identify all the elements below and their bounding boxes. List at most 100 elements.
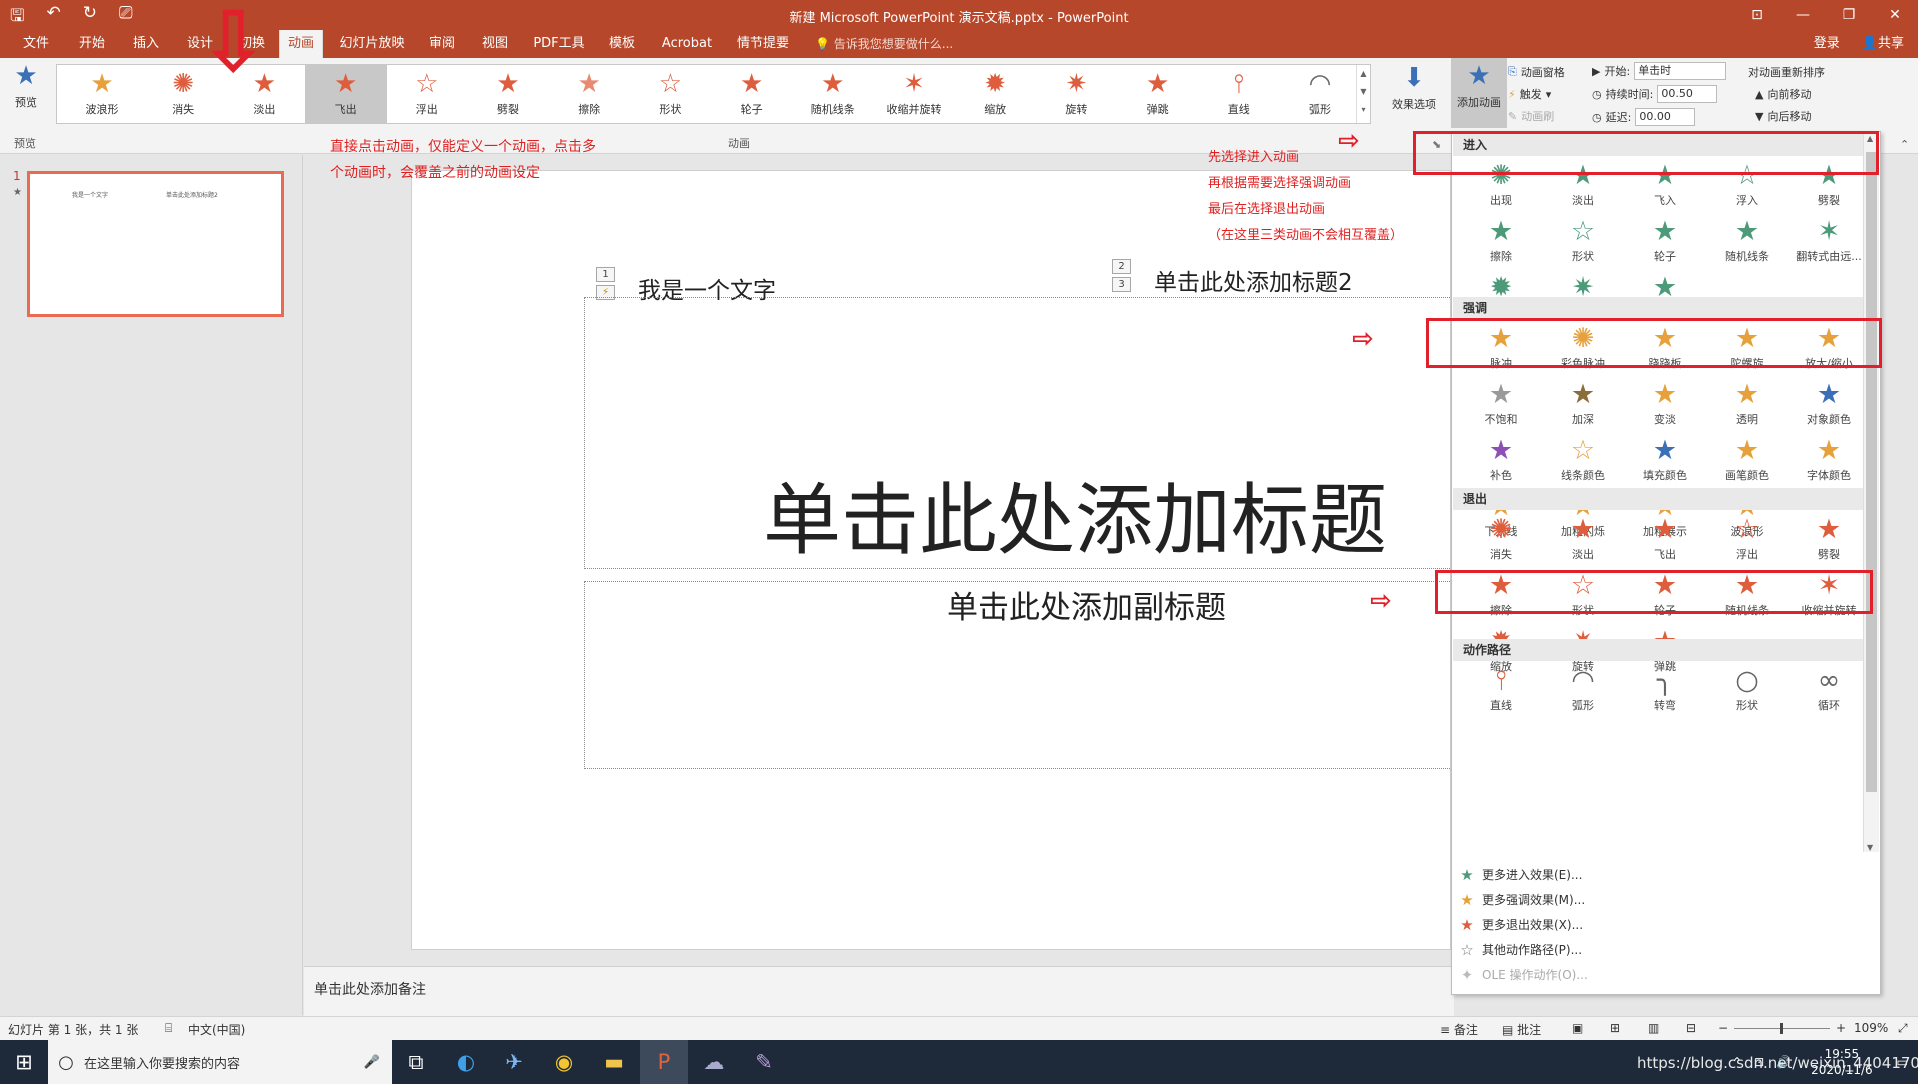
zoom-slider-thumb[interactable] <box>1780 1023 1783 1034</box>
effect-动作路径-形状[interactable]: ○ 形状 <box>1706 663 1788 719</box>
effect-退出-消失[interactable]: ✺ 消失 <box>1460 512 1542 568</box>
gallery-item-弹跳[interactable]: ★ 弹跳 <box>1117 65 1199 123</box>
tab-pdf工具[interactable]: PDF工具 <box>528 30 590 58</box>
effect-强调-字体颜色[interactable]: ★ 字体颜色 <box>1788 433 1870 489</box>
bird-app-icon[interactable]: ✈ <box>490 1040 538 1084</box>
effect-退出-淡出[interactable]: ★ 淡出 <box>1542 512 1624 568</box>
gallery-item-弧形[interactable]: ◠ 弧形 <box>1279 65 1361 123</box>
effect-退出-浮出[interactable]: ☆ 浮出 <box>1706 512 1788 568</box>
preview-button[interactable]: ★ 预览 <box>6 58 46 110</box>
animation-order-badge-3[interactable]: 3 <box>1112 277 1131 292</box>
gallery-item-飞出[interactable]: ★ 飞出 <box>304 65 387 123</box>
animation-pane-button[interactable]: ⎘ 动画窗格 <box>1508 64 1565 80</box>
effect-进入-擦除[interactable]: ★ 擦除 <box>1460 214 1542 270</box>
gallery-item-缩放[interactable]: ✹ 缩放 <box>954 65 1036 123</box>
add-animation-button[interactable]: ★ 添加动画 <box>1451 58 1507 128</box>
app-icon[interactable]: ☁ <box>690 1040 738 1084</box>
taskbar-search[interactable]: ○ 在这里输入你要搜索的内容 🎤 <box>48 1040 392 1084</box>
tab-审阅[interactable]: 审阅 <box>420 30 464 58</box>
slide-sorter-icon[interactable]: ⊞ <box>1610 1021 1620 1035</box>
powerpoint-icon[interactable]: P <box>640 1040 688 1084</box>
restore-icon[interactable]: ❐ <box>1826 0 1872 30</box>
gallery-item-随机线条[interactable]: ★ 随机线条 <box>792 65 874 123</box>
tab-动画[interactable]: 动画 <box>279 30 323 58</box>
gallery-item-波浪形[interactable]: ★ 波浪形 <box>61 65 143 123</box>
zoom-out-icon[interactable]: − <box>1718 1021 1728 1035</box>
normal-view-icon[interactable]: ▣ <box>1572 1021 1583 1035</box>
gallery-item-收缩并旋转[interactable]: ✶ 收缩并旋转 <box>873 65 955 123</box>
reading-view-icon[interactable]: ▥ <box>1648 1021 1659 1035</box>
close-icon[interactable]: ✕ <box>1872 0 1918 30</box>
more-effects-0[interactable]: ★ 更多进入效果(E)... <box>1452 862 1872 887</box>
title-placeholder[interactable]: 单击此处添加标题 <box>584 297 1452 569</box>
effect-强调-补色[interactable]: ★ 补色 <box>1460 433 1542 489</box>
effect-进入-随机线条[interactable]: ★ 随机线条 <box>1706 214 1788 270</box>
tab-情节提要[interactable]: 情节提要 <box>728 30 798 58</box>
animation-order-badge-2[interactable]: 2 <box>1112 259 1131 274</box>
slideshow-view-icon[interactable]: ⊟ <box>1686 1021 1696 1035</box>
accessibility-icon[interactable]: ⌸ <box>165 1021 172 1036</box>
minimize-icon[interactable]: — <box>1780 0 1826 30</box>
zoom-level[interactable]: 109% <box>1854 1021 1888 1035</box>
more-effects-3[interactable]: ☆ 其他动作路径(P)... <box>1452 937 1872 962</box>
effect-退出-劈裂[interactable]: ★ 劈裂 <box>1788 512 1870 568</box>
animation-order-badge-1[interactable]: 1 <box>596 267 615 282</box>
ribbon-display-icon[interactable]: ⊡ <box>1734 0 1780 30</box>
tell-me-box[interactable]: 💡 告诉我您想要做什么... <box>815 30 953 58</box>
effect-强调-对象颜色[interactable]: ★ 对象颜色 <box>1788 377 1870 433</box>
tab-视图[interactable]: 视图 <box>473 30 517 58</box>
effect-动作路径-循环[interactable]: ∞ 循环 <box>1788 663 1870 719</box>
tab-文件[interactable]: 文件 <box>14 30 58 58</box>
effect-强调-不饱和[interactable]: ★ 不饱和 <box>1460 377 1542 433</box>
language-status[interactable]: 中文(中国) <box>188 1021 245 1038</box>
trigger-button[interactable]: ⚡ 触发 ▾ <box>1508 86 1551 102</box>
more-effects-1[interactable]: ★ 更多强调效果(M)... <box>1452 887 1872 912</box>
notes-toggle[interactable]: ≡ 备注 <box>1440 1021 1478 1038</box>
tab-幻灯片放映[interactable]: 幻灯片放映 <box>334 30 410 58</box>
slide-thumbnail[interactable]: 我是一个文字 单击此处添加标题2 <box>27 171 284 317</box>
collapse-ribbon-icon[interactable]: ⌃ <box>1900 138 1909 151</box>
file-explorer-icon[interactable]: ▬ <box>590 1040 638 1084</box>
effect-强调-画笔颜色[interactable]: ★ 画笔颜色 <box>1706 433 1788 489</box>
edge-icon[interactable]: ◐ <box>442 1040 490 1084</box>
gallery-item-浮出[interactable]: ☆ 浮出 <box>386 65 468 123</box>
gallery-item-形状[interactable]: ☆ 形状 <box>629 65 711 123</box>
animation-painter-button[interactable]: ✎ 动画刷 <box>1508 108 1554 124</box>
tab-插入[interactable]: 插入 <box>124 30 168 58</box>
text-box-2[interactable]: 单击此处添加标题2 <box>1154 263 1353 297</box>
start-select[interactable]: 单击时 <box>1634 62 1727 80</box>
gallery-item-擦除[interactable]: ★ 擦除 <box>548 65 630 123</box>
move-later-button[interactable]: ▼ 向后移动 <box>1755 108 1811 124</box>
login-link[interactable]: 登录 <box>1814 30 1840 58</box>
effect-进入-翻转式由远[interactable]: ✶ 翻转式由远... <box>1788 214 1870 270</box>
effect-强调-填充颜色[interactable]: ★ 填充颜色 <box>1624 433 1706 489</box>
paint-icon[interactable]: ✎ <box>740 1040 788 1084</box>
effect-强调-加深[interactable]: ★ 加深 <box>1542 377 1624 433</box>
fit-slide-icon[interactable]: ⤢ <box>1898 1021 1908 1036</box>
effect-动作路径-弧形[interactable]: ◠ 弧形 <box>1542 663 1624 719</box>
windows-start-icon[interactable]: ⊞ <box>0 1040 48 1084</box>
task-view-icon[interactable]: ⧉ <box>392 1040 440 1084</box>
chrome-icon[interactable]: ◉ <box>540 1040 588 1084</box>
scroll-down-icon[interactable]: ▼ <box>1867 843 1873 852</box>
effect-options-button[interactable]: ⬇ 效果选项 <box>1386 60 1442 112</box>
more-effects-2[interactable]: ★ 更多退出效果(X)... <box>1452 912 1872 937</box>
move-earlier-button[interactable]: ▲ 向前移动 <box>1755 86 1811 102</box>
zoom-in-icon[interactable]: + <box>1836 1021 1846 1035</box>
effect-动作路径-转弯[interactable]: ╮ 转弯 <box>1624 663 1706 719</box>
subtitle-placeholder[interactable]: 单击此处添加副标题 <box>584 581 1452 769</box>
effect-强调-变淡[interactable]: ★ 变淡 <box>1624 377 1706 433</box>
comments-toggle[interactable]: ▤ 批注 <box>1502 1021 1541 1038</box>
gallery-item-旋转[interactable]: ✷ 旋转 <box>1035 65 1117 123</box>
effect-进入-形状[interactable]: ☆ 形状 <box>1542 214 1624 270</box>
gallery-item-轮子[interactable]: ★ 轮子 <box>711 65 793 123</box>
tab-acrobat[interactable]: Acrobat <box>656 30 718 58</box>
effect-强调-透明[interactable]: ★ 透明 <box>1706 377 1788 433</box>
effect-退出-飞出[interactable]: ★ 飞出 <box>1624 512 1706 568</box>
gallery-item-直线[interactable]: ⫯ 直线 <box>1198 65 1280 123</box>
slide-canvas[interactable]: 1 ⚡ 我是一个文字 2 3 单击此处添加标题2 单击此处添加标题 单击此处添加… <box>411 170 1452 950</box>
tab-模板[interactable]: 模板 <box>600 30 644 58</box>
share-button[interactable]: 👤共享 <box>1862 30 1904 58</box>
effect-动作路径-直线[interactable]: ⫯ 直线 <box>1460 663 1542 719</box>
effect-进入-轮子[interactable]: ★ 轮子 <box>1624 214 1706 270</box>
